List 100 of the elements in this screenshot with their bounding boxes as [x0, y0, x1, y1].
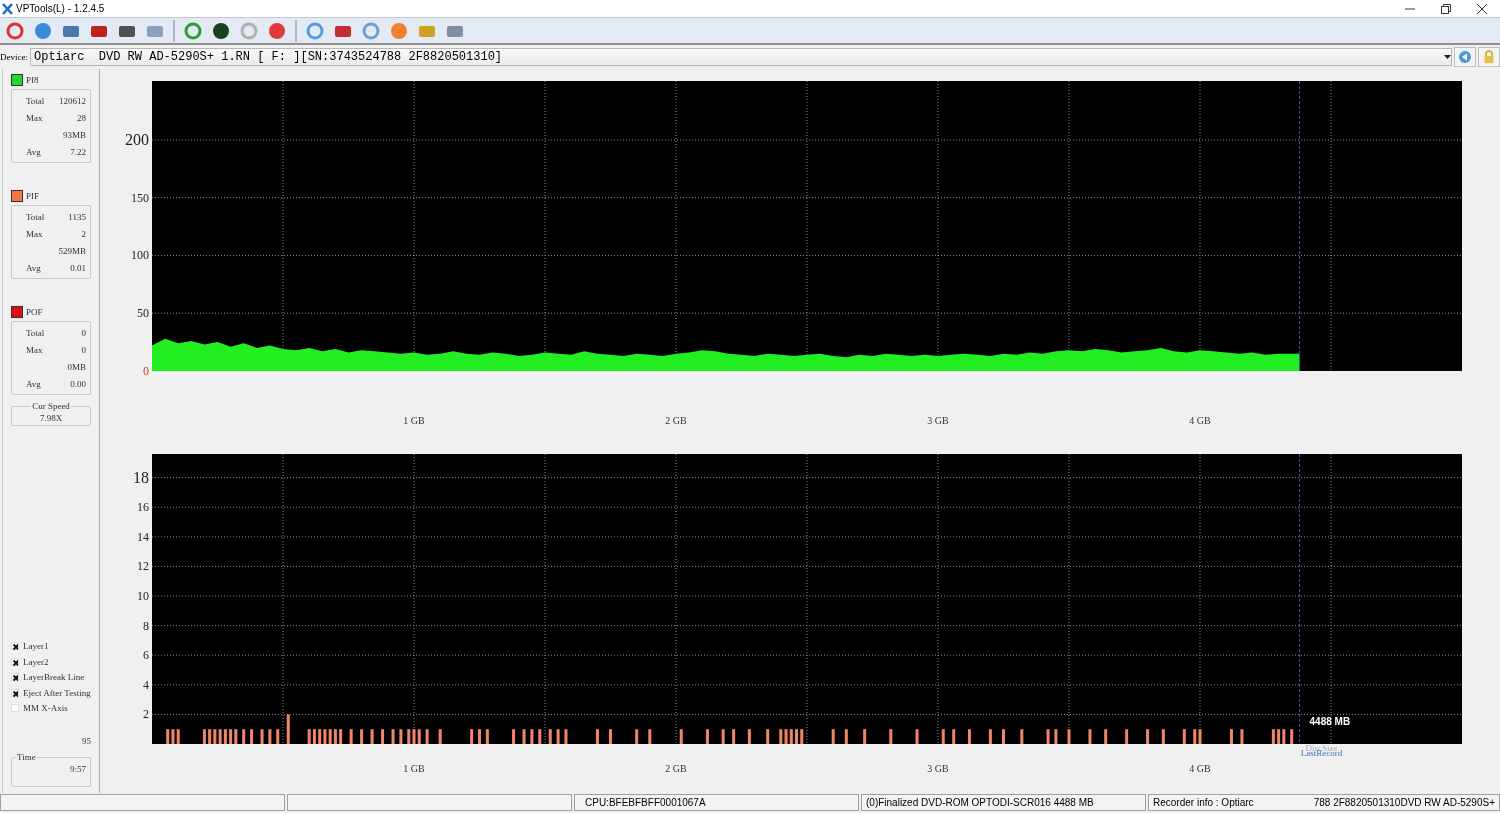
stat-label: Max [26, 112, 43, 123]
bar [1229, 729, 1233, 744]
axis-tick-label: 14 [137, 529, 149, 544]
bar [1054, 729, 1058, 744]
bar [522, 729, 526, 744]
stat-value: 0 [81, 344, 86, 355]
bar [556, 729, 560, 744]
bar [1104, 729, 1108, 744]
close-icon [1477, 3, 1487, 14]
status-text: Recorder info : Optiarc [1153, 797, 1255, 808]
option-checkbox[interactable]: Layer2 [11, 654, 91, 670]
axis-tick-label: 4 GB [1189, 763, 1211, 774]
bar [399, 729, 403, 744]
option-checkbox[interactable]: MM X-Axis [11, 700, 91, 716]
bar [967, 729, 971, 744]
checkbox[interactable] [11, 642, 19, 651]
restore-icon [1441, 3, 1451, 14]
stat-value: 0 [81, 327, 86, 338]
status-text: CPU:BFEBFBFF0001067A [585, 797, 706, 808]
device-label: Device: [0, 52, 28, 62]
axis-tick-label: 18 [133, 469, 149, 487]
option-checkbox[interactable]: Eject After Testing [11, 685, 91, 701]
device-dropdown[interactable]: Optiarc DVD RW AD-5290S+ 1.RN [ F: ][SN:3743524788 2F8820501310] [30, 48, 1452, 66]
speaker-icon [1458, 50, 1472, 64]
bar [1088, 729, 1092, 744]
axis-tick-label: 6 [143, 648, 149, 663]
group-label: Time [16, 752, 37, 762]
bar [286, 714, 290, 744]
axis-tick-label: 50 [137, 306, 149, 321]
axis-tick-label: 3 GB [927, 763, 949, 774]
axis-tick-label: 8 [143, 618, 149, 633]
axis-tick-label: 2 [143, 707, 149, 722]
bar [1125, 729, 1129, 744]
bar [1146, 729, 1150, 744]
bar [609, 729, 612, 744]
axis-tick-label: 12 [137, 559, 149, 574]
option-checkbox[interactable]: Layer1 [11, 638, 91, 654]
bar [1002, 729, 1005, 744]
stat-value: 93MB [63, 129, 86, 140]
bar [425, 729, 429, 744]
bar [844, 729, 848, 744]
stat-label: Max [26, 344, 43, 355]
bar [747, 729, 751, 744]
bar [1161, 729, 1165, 744]
window-title: VPTools(L) - 1.2.4.5 [16, 3, 106, 14]
axis-tick-label: 3 GB [927, 415, 949, 426]
legend-label: POF [26, 307, 43, 317]
bar [349, 729, 353, 744]
lock-button[interactable] [1478, 47, 1500, 67]
bar [952, 729, 956, 744]
bar [1020, 729, 1024, 744]
speed-value: 7.98X [39, 413, 63, 423]
bar [732, 729, 736, 744]
bar [889, 729, 893, 744]
bar [705, 729, 709, 744]
stat-label: Avg [26, 262, 41, 273]
checkbox[interactable] [11, 673, 19, 682]
bar [1240, 729, 1244, 744]
axis-tick-label: 1 GB [403, 415, 425, 426]
bar [863, 729, 867, 744]
bar [648, 729, 652, 744]
audio-button[interactable] [1454, 47, 1476, 67]
status-text: 788 2F8820501310DVD RW AD-5290S+ [1313, 797, 1495, 808]
bar [595, 729, 599, 744]
stat-value: 0.01 [70, 262, 86, 273]
lock-icon [1483, 50, 1495, 64]
axis-tick-label: 10 [137, 589, 149, 604]
axis-tick-label: 16 [137, 500, 149, 515]
bar [766, 729, 770, 744]
bar [478, 729, 481, 744]
count-value: 95 [81, 736, 91, 746]
bar [679, 729, 683, 744]
dropdown-caret-icon [1444, 55, 1451, 59]
bar [800, 729, 804, 744]
bar [268, 729, 272, 744]
stat-value: 120612 [59, 95, 86, 106]
bar [438, 729, 442, 744]
axis-tick-label: 100 [131, 248, 149, 263]
axis-tick-label: 4 [143, 677, 149, 692]
app-logo-icon [2, 2, 13, 15]
bar [915, 729, 919, 744]
stat-label: Avg [26, 378, 41, 389]
status-text: (0)Finalized DVD-ROM OPTODI-SCR016 4488 MB [866, 797, 1094, 808]
axis-tick-label: 150 [131, 190, 149, 205]
bar [485, 729, 489, 744]
time-value: 9:57 [69, 764, 86, 776]
stat-label: Total [26, 95, 45, 106]
stat-value: 7.22 [70, 146, 86, 157]
stat-value: 1135 [68, 211, 86, 222]
axis-tick-label: 0 [143, 364, 149, 378]
bar [470, 729, 474, 744]
stat-value: 0.00 [70, 378, 86, 389]
group-label: Cur Speed [31, 401, 71, 411]
bar [1290, 729, 1294, 744]
option-checkbox[interactable]: LayerBreak Line [11, 669, 91, 685]
bar [242, 729, 246, 744]
bar [941, 729, 945, 744]
axis-tick-label: 4 GB [1189, 415, 1211, 426]
bar [831, 729, 835, 744]
axis-tick-label: 2 GB [665, 763, 687, 774]
